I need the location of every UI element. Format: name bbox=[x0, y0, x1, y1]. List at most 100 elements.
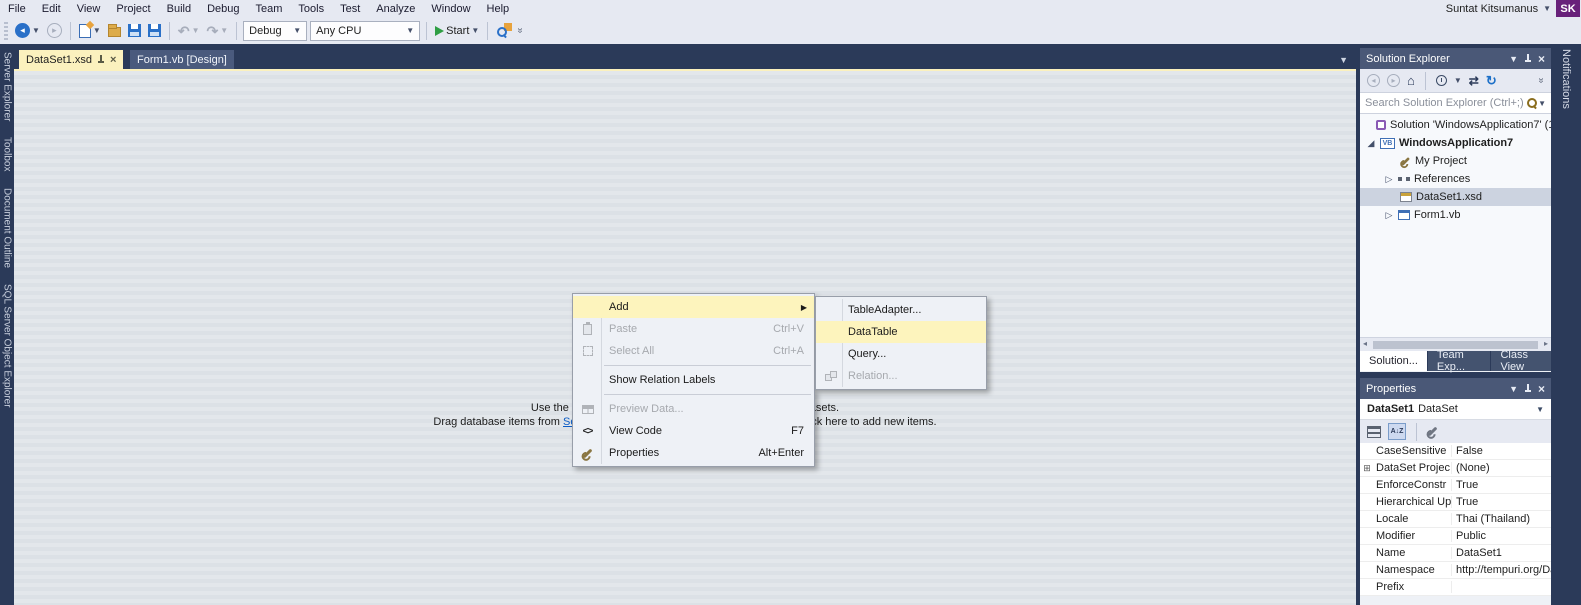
refresh-icon[interactable]: ↻ bbox=[1486, 73, 1497, 89]
search-icon[interactable] bbox=[1527, 97, 1538, 109]
home-icon[interactable]: ⌂ bbox=[1407, 73, 1415, 88]
pin-icon[interactable] bbox=[97, 54, 105, 65]
solution-explorer-header[interactable]: Solution Explorer ▼ × bbox=[1360, 48, 1551, 69]
property-row[interactable]: CaseSensitive False bbox=[1360, 443, 1551, 460]
horizontal-scrollbar[interactable]: ◂ ▸ bbox=[1360, 337, 1551, 351]
properties-header[interactable]: Properties ▼ × bbox=[1360, 378, 1551, 399]
context-menu-item-show-relation-labels[interactable]: Show Relation Labels bbox=[573, 369, 814, 391]
menu-analyze[interactable]: Analyze bbox=[368, 3, 423, 15]
open-file-button[interactable] bbox=[106, 20, 123, 42]
sidebar-item-document-outline[interactable]: Document Outline bbox=[2, 188, 13, 268]
menu-window[interactable]: Window bbox=[423, 3, 478, 15]
submenu-item-relation[interactable]: Relation... bbox=[816, 365, 986, 387]
solution-platform-combobox[interactable]: Any CPU ▼ bbox=[310, 20, 421, 41]
sidebar-item-toolbox[interactable]: Toolbox bbox=[2, 137, 13, 171]
undo-dropdown-icon[interactable]: ▼ bbox=[192, 26, 200, 35]
scroll-left-icon[interactable]: ◂ bbox=[1363, 339, 1367, 348]
window-position-dropdown-icon[interactable]: ▼ bbox=[1509, 384, 1518, 394]
sidebar-item-sql-server-object-explorer[interactable]: SQL Server Object Explorer bbox=[2, 284, 13, 408]
expander-collapsed-icon[interactable]: ▷ bbox=[1384, 174, 1394, 185]
scrollbar-thumb[interactable] bbox=[1373, 341, 1538, 349]
context-menu-item-view-code[interactable]: <> View Code F7 bbox=[573, 420, 814, 442]
start-dropdown-icon[interactable]: ▼ bbox=[471, 26, 479, 35]
sidebar-item-notifications[interactable]: Notifications bbox=[1560, 49, 1572, 109]
close-icon[interactable]: × bbox=[110, 54, 116, 66]
navigate-back-button[interactable]: ◂ ▼ bbox=[13, 20, 42, 42]
sync-with-active-document-icon[interactable]: ⇄ bbox=[1469, 74, 1479, 88]
expander-collapsed-icon[interactable]: ▷ bbox=[1384, 210, 1394, 221]
context-menu-item-paste[interactable]: Paste Ctrl+V bbox=[573, 318, 814, 340]
toolbar-overflow-button[interactable]: » bbox=[515, 28, 526, 34]
pin-icon[interactable] bbox=[1524, 53, 1532, 64]
property-row[interactable]: Locale Thai (Thailand) bbox=[1360, 511, 1551, 528]
redo-dropdown-icon[interactable]: ▼ bbox=[220, 26, 228, 35]
tree-item-references[interactable]: ▷ References bbox=[1360, 170, 1551, 188]
avatar[interactable]: SK bbox=[1556, 0, 1580, 17]
save-all-button[interactable] bbox=[146, 20, 163, 42]
solution-configuration-combobox[interactable]: Debug ▼ bbox=[243, 20, 308, 41]
toolbar-grip[interactable] bbox=[4, 21, 8, 40]
new-dropdown-icon[interactable]: ▼ bbox=[93, 26, 101, 35]
redo-button[interactable]: ↷ ▼ bbox=[205, 20, 231, 42]
tree-item-solution[interactable]: Solution 'WindowsApplication7' (1 projec… bbox=[1360, 116, 1551, 134]
pending-changes-filter-icon[interactable] bbox=[1435, 75, 1447, 86]
tree-item-dataset1-xsd[interactable]: DataSet1.xsd bbox=[1360, 188, 1551, 206]
tab-class-view[interactable]: Class View bbox=[1491, 349, 1551, 373]
categorized-view-icon[interactable] bbox=[1367, 425, 1381, 438]
selected-object-combobox[interactable]: DataSet1 DataSet ▼ bbox=[1360, 399, 1551, 420]
property-row[interactable]: Namespacehttp://tempuri.org/DataSet1.xsd bbox=[1360, 562, 1551, 579]
menu-project[interactable]: Project bbox=[108, 3, 158, 15]
find-in-files-button[interactable] bbox=[494, 20, 514, 42]
expander-expanded-icon[interactable]: ◢ bbox=[1366, 138, 1376, 149]
menu-debug[interactable]: Debug bbox=[199, 3, 247, 15]
menu-tools[interactable]: Tools bbox=[290, 3, 332, 15]
tree-item-my-project[interactable]: My Project bbox=[1360, 152, 1551, 170]
context-menu-item-preview-data[interactable]: Preview Data... bbox=[573, 398, 814, 420]
start-debug-button[interactable]: Start ▼ bbox=[433, 20, 481, 42]
property-row[interactable]: Hierarchical Up True bbox=[1360, 494, 1551, 511]
sidebar-item-server-explorer[interactable]: Server Explorer bbox=[2, 52, 13, 121]
expand-icon[interactable]: ⊞ bbox=[1360, 463, 1374, 474]
alphabetical-sort-icon[interactable]: A↓Z bbox=[1388, 423, 1406, 440]
document-list-dropdown-icon[interactable]: ▼ bbox=[1339, 55, 1348, 65]
undo-button[interactable]: ↶ ▼ bbox=[176, 20, 202, 42]
property-row[interactable]: Name DataSet1 bbox=[1360, 545, 1551, 562]
search-dropdown-icon[interactable]: ▼ bbox=[1538, 99, 1546, 108]
tree-item-form1-vb[interactable]: ▷ Form1.vb bbox=[1360, 206, 1551, 224]
property-row[interactable]: Prefix bbox=[1360, 579, 1551, 596]
menu-test[interactable]: Test bbox=[332, 3, 368, 15]
tab-form1-vb-design[interactable]: Form1.vb [Design] bbox=[130, 50, 234, 69]
tab-team-explorer[interactable]: Team Exp... bbox=[1427, 349, 1491, 373]
back-dropdown-icon[interactable]: ▼ bbox=[32, 26, 40, 35]
submenu-item-tableadapter[interactable]: TableAdapter... bbox=[816, 299, 986, 321]
submenu-item-query[interactable]: Query... bbox=[816, 343, 986, 365]
property-row[interactable]: Modifier Public bbox=[1360, 528, 1551, 545]
new-project-button[interactable]: ▼ bbox=[77, 20, 103, 42]
menu-file[interactable]: File bbox=[0, 3, 34, 15]
user-dropdown-icon[interactable]: ▼ bbox=[1543, 4, 1551, 13]
signed-in-user[interactable]: Suntat Kitsumanus bbox=[1446, 3, 1538, 15]
menu-build[interactable]: Build bbox=[159, 3, 199, 15]
menu-help[interactable]: Help bbox=[479, 3, 518, 15]
submenu-item-datatable[interactable]: DataTable bbox=[816, 321, 986, 343]
context-menu-item-select-all[interactable]: Select All Ctrl+A bbox=[573, 340, 814, 362]
properties-view-icon[interactable] bbox=[1427, 426, 1438, 437]
navigate-forward-button[interactable]: ▸ bbox=[45, 20, 64, 42]
property-row[interactable]: EnforceConstr True bbox=[1360, 477, 1551, 494]
tab-dataset1-xsd[interactable]: DataSet1.xsd × bbox=[19, 50, 124, 69]
tree-item-project[interactable]: ◢ VB WindowsApplication7 bbox=[1360, 134, 1551, 152]
context-menu-item-properties[interactable]: Properties Alt+Enter bbox=[573, 442, 814, 464]
close-icon[interactable]: × bbox=[1538, 52, 1545, 66]
filter-dropdown-icon[interactable]: ▼ bbox=[1454, 76, 1462, 85]
forward-icon[interactable]: ▸ bbox=[1387, 74, 1400, 87]
tab-solution-explorer[interactable]: Solution... bbox=[1360, 351, 1427, 371]
scroll-right-icon[interactable]: ▸ bbox=[1544, 339, 1548, 348]
toolbar-overflow-button[interactable]: » bbox=[1536, 78, 1547, 84]
menu-view[interactable]: View bbox=[69, 3, 109, 15]
back-icon[interactable]: ◂ bbox=[1367, 74, 1380, 87]
property-row[interactable]: ⊞ DataSet Projec (None) bbox=[1360, 460, 1551, 477]
menu-edit[interactable]: Edit bbox=[34, 3, 69, 15]
search-solution-explorer-input[interactable]: Search Solution Explorer (Ctrl+;) ▼ bbox=[1360, 92, 1551, 114]
context-menu-item-add[interactable]: Add ▶ bbox=[573, 296, 814, 318]
menu-team[interactable]: Team bbox=[248, 3, 291, 15]
